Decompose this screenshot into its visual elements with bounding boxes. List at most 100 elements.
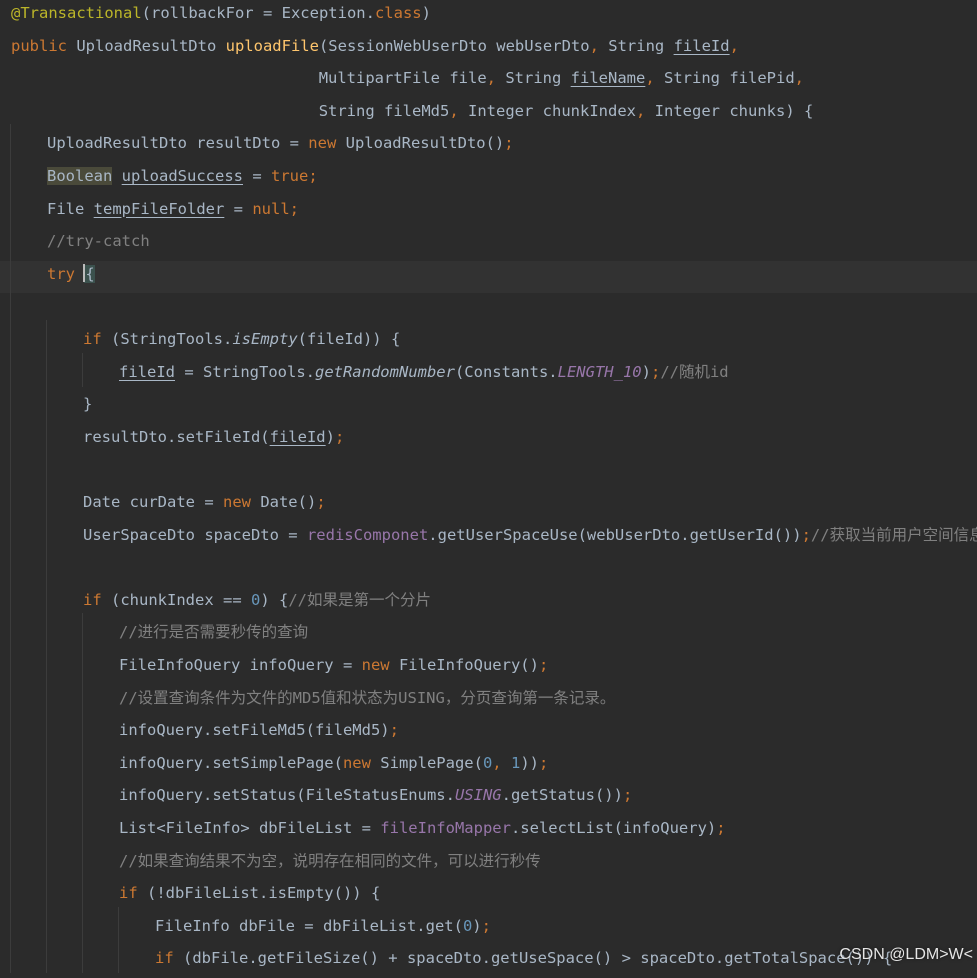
indent-guide bbox=[46, 809, 47, 843]
indent-guide bbox=[46, 515, 47, 550]
code-line[interactable]: //如果查询结果不为空，说明存在相同的文件，可以进行秒传 bbox=[0, 841, 977, 881]
code-text: if (StringTools.isEmpty(fileId)) { bbox=[83, 326, 400, 353]
code-token: File bbox=[47, 199, 94, 218]
code-line[interactable]: String fileMd5, Integer chunkIndex, Inte… bbox=[0, 98, 977, 131]
code-editor[interactable]: @Transactional(rollbackFor = Exception.c… bbox=[0, 0, 977, 974]
code-token: (Constants. bbox=[454, 362, 558, 381]
indent-guide bbox=[10, 548, 11, 583]
code-line[interactable]: //进行是否需要秒传的查询 bbox=[0, 613, 977, 652]
code-line[interactable]: File tempFileFolder = null; bbox=[0, 189, 977, 229]
code-line[interactable]: resultDto.setFileId(fileId); bbox=[0, 417, 977, 457]
code-line[interactable] bbox=[0, 548, 977, 587]
code-token: 1 bbox=[510, 753, 521, 772]
code-line[interactable] bbox=[0, 450, 977, 489]
indent-guide bbox=[10, 287, 11, 322]
code-token: (dbFile.getFileSize() + spaceDto.getUseS… bbox=[183, 949, 893, 968]
code-token: 0 bbox=[482, 753, 493, 772]
code-token: ; bbox=[316, 493, 326, 511]
code-token: , bbox=[486, 69, 506, 88]
indent-guide bbox=[46, 743, 47, 778]
code-line[interactable]: infoQuery.setSimplePage(new SimplePage(0… bbox=[0, 743, 977, 783]
code-line[interactable]: if (chunkIndex == 0) {//如果是第一个分片 bbox=[0, 580, 977, 620]
code-token: Date() bbox=[260, 493, 317, 511]
code-text: UserSpaceDto spaceDto = redisComponet.ge… bbox=[83, 522, 977, 549]
code-token: ) bbox=[641, 362, 651, 381]
code-token: //如果是第一个分片 bbox=[288, 590, 431, 609]
code-token: if bbox=[155, 949, 183, 968]
indent-guide bbox=[10, 157, 11, 191]
code-line[interactable]: Date curDate = new Date(); bbox=[0, 483, 977, 522]
indent-guide bbox=[10, 580, 11, 615]
code-line[interactable]: fileId = StringTools.getRandomNumber(Con… bbox=[0, 352, 977, 392]
code-token: 0 bbox=[250, 590, 261, 609]
indent-guide bbox=[10, 776, 11, 811]
indent-guide bbox=[46, 548, 47, 583]
code-text: List<FileInfo> dbFileList = fileInfoMapp… bbox=[119, 815, 726, 842]
code-text: FileInfoQuery infoQuery = new FileInfoQu… bbox=[119, 652, 548, 679]
code-line[interactable]: Boolean uploadSuccess = true; bbox=[0, 157, 977, 196]
indent-guide bbox=[82, 841, 83, 876]
indent-guide bbox=[82, 711, 83, 746]
code-token: , bbox=[794, 69, 804, 88]
code-token: ; bbox=[650, 362, 661, 381]
code-text: String fileMd5, Integer chunkIndex, Inte… bbox=[319, 98, 814, 125]
code-token: UploadResultDto() bbox=[345, 134, 505, 153]
indent-guide bbox=[10, 320, 11, 354]
code-line[interactable]: List<FileInfo> dbFileList = fileInfoMapp… bbox=[0, 809, 977, 848]
code-line[interactable]: MultipartFile file, String fileName, Str… bbox=[0, 65, 977, 98]
code-text: } bbox=[83, 391, 92, 418]
code-text: //设置查询条件为文件的MD5值和状态为USING，分页查询第一条记录。 bbox=[119, 685, 615, 712]
code-line[interactable]: //try-catch bbox=[0, 222, 977, 261]
indent-guide bbox=[10, 385, 11, 420]
code-line[interactable]: infoQuery.setStatus(FileStatusEnums.USIN… bbox=[0, 776, 977, 815]
code-line[interactable]: @Transactional(rollbackFor = Exception.c… bbox=[0, 0, 977, 33]
code-line[interactable]: if (StringTools.isEmpty(fileId)) { bbox=[0, 320, 977, 359]
code-line[interactable]: FileInfo dbFile = dbFileList.get(0); bbox=[0, 906, 977, 946]
code-line[interactable]: try { bbox=[0, 254, 977, 294]
code-token: isEmpty bbox=[232, 330, 298, 348]
indent-guide bbox=[10, 613, 11, 648]
code-line[interactable]: UserSpaceDto spaceDto = redisComponet.ge… bbox=[0, 515, 977, 555]
indent-guide bbox=[82, 352, 83, 387]
code-text: infoQuery.setStatus(FileStatusEnums.USIN… bbox=[119, 782, 632, 809]
indent-guide bbox=[82, 646, 83, 680]
indent-guide bbox=[46, 841, 47, 876]
code-token: UploadResultDto bbox=[76, 36, 226, 55]
code-token: List<FileInfo> dbFileList = bbox=[119, 819, 381, 837]
code-line[interactable]: FileInfoQuery infoQuery = new FileInfoQu… bbox=[0, 646, 977, 685]
code-token: = bbox=[224, 199, 253, 218]
code-line[interactable]: UploadResultDto resultDto = new UploadRe… bbox=[0, 124, 977, 163]
code-text: infoQuery.setSimplePage(new SimplePage(0… bbox=[119, 750, 548, 777]
indent-guide bbox=[46, 711, 47, 746]
indent-guide bbox=[82, 906, 83, 941]
code-line[interactable]: infoQuery.setFileMd5(fileMd5); bbox=[0, 711, 977, 750]
code-text: public UploadResultDto uploadFile(Sessio… bbox=[11, 33, 739, 60]
indent-guide bbox=[46, 776, 47, 811]
code-text: Boolean uploadSuccess = true; bbox=[47, 163, 318, 190]
code-line[interactable]: //设置查询条件为文件的MD5值和状态为USING，分页查询第一条记录。 bbox=[0, 678, 977, 718]
code-line[interactable]: } bbox=[0, 385, 977, 424]
code-text: try { bbox=[47, 261, 95, 288]
indent-guide bbox=[10, 483, 11, 517]
code-token: = StringTools. bbox=[175, 362, 315, 381]
code-line[interactable]: if (!dbFileList.isEmpty()) { bbox=[0, 874, 977, 913]
code-token: ; bbox=[622, 786, 633, 805]
indent-guide bbox=[10, 124, 11, 159]
code-token: , bbox=[589, 36, 609, 55]
indent-guide bbox=[46, 874, 47, 909]
code-line[interactable]: public UploadResultDto uploadFile(Sessio… bbox=[0, 33, 977, 66]
code-line[interactable] bbox=[0, 287, 977, 326]
indent-guide bbox=[10, 874, 11, 909]
code-text: infoQuery.setFileMd5(fileMd5); bbox=[119, 717, 399, 744]
code-token: (fileId)) { bbox=[297, 330, 401, 348]
code-token: USING bbox=[454, 786, 502, 805]
indent-guide bbox=[10, 189, 11, 224]
code-token: uploadSuccess bbox=[121, 167, 243, 185]
indent-guide bbox=[46, 580, 47, 615]
code-token: ; bbox=[801, 525, 811, 544]
code-line[interactable]: if (dbFile.getFileSize() + spaceDto.getU… bbox=[0, 939, 977, 978]
indent-guide bbox=[82, 809, 83, 843]
code-token: Integer chunkIndex bbox=[468, 101, 636, 120]
code-text: Date curDate = new Date(); bbox=[83, 489, 326, 516]
code-text: UploadResultDto resultDto = new UploadRe… bbox=[47, 130, 514, 157]
